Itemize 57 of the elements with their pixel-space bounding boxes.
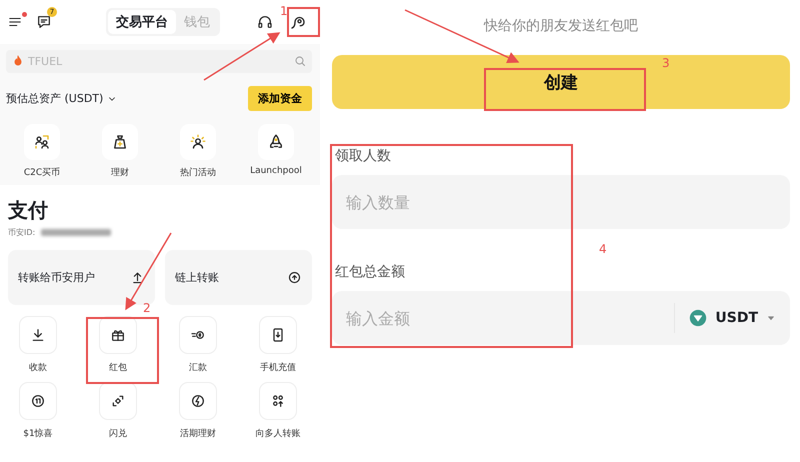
action-label: 收款 (28, 362, 48, 375)
headset-icon[interactable] (257, 14, 273, 30)
shortcut-tile[interactable] (102, 124, 138, 160)
download-icon (30, 327, 46, 343)
action-label: 红包 (108, 362, 128, 375)
shortcut-tile[interactable] (180, 124, 216, 160)
circles-arrow-icon (270, 393, 286, 410)
rocket-icon (267, 133, 285, 151)
shortcut-label: 理财 (111, 166, 129, 179)
step-number: 3 (662, 56, 670, 70)
shortcut-tile[interactable] (24, 124, 60, 160)
shortcut-tile[interactable] (258, 124, 294, 160)
action-tile[interactable] (19, 316, 57, 354)
exchange-icon (110, 393, 126, 410)
shortcut-label: C2C买币 (24, 166, 60, 179)
subtitle: 快给你的朋友发送红包吧 (482, 17, 639, 35)
token-icon (689, 309, 708, 327)
action-label: $1惊喜 (22, 428, 54, 442)
shortcut-label: 热门活动 (180, 166, 216, 179)
action-tile[interactable] (259, 316, 297, 354)
field-label: 领取人数 (335, 147, 391, 165)
search-field[interactable]: TFUEL (6, 50, 312, 73)
people-icon (33, 133, 51, 151)
person-spark-icon (189, 133, 207, 151)
currency-selector[interactable]: USDT (674, 303, 776, 333)
input-field[interactable]: 输入数量 (332, 175, 790, 229)
search-icon (294, 55, 306, 67)
action-label: 手机充值 (259, 362, 297, 375)
currency-label: USDT (715, 310, 758, 326)
action-label: 活期理财 (179, 428, 217, 442)
step-number: 1 (280, 4, 288, 18)
step-number: 4 (599, 242, 607, 256)
highlight-box (287, 7, 320, 37)
section-title: 支付 (8, 197, 49, 224)
card-label: 链上转账 (175, 270, 219, 285)
card-label: 转账给币安用户 (18, 270, 95, 285)
action-label: 汇款 (188, 362, 208, 375)
field-label: 红包总金额 (335, 263, 405, 281)
action-tile[interactable] (99, 316, 137, 354)
add-funds-button[interactable]: 添加资金 (248, 86, 312, 111)
lightning-icon (190, 393, 206, 410)
tab[interactable]: 交易平台 (108, 10, 176, 34)
account-id-label: 币安ID: (8, 227, 36, 238)
shortcut-label: Launchpool (250, 166, 302, 176)
menu-icon[interactable] (8, 15, 22, 29)
action-tile[interactable] (99, 382, 137, 420)
coin-icon (30, 393, 46, 410)
transfer-card[interactable]: 链上转账 (165, 250, 312, 305)
money-bag-icon (111, 133, 129, 151)
action-label: 向多人转账 (254, 428, 302, 442)
action-tile[interactable] (179, 316, 217, 354)
action-tile[interactable] (19, 382, 57, 420)
redacted-mark (41, 229, 112, 236)
action-tile[interactable] (259, 382, 297, 420)
action-label: 闪兑 (108, 428, 128, 442)
action-tile[interactable] (179, 382, 217, 420)
message-icon[interactable] (36, 14, 52, 30)
